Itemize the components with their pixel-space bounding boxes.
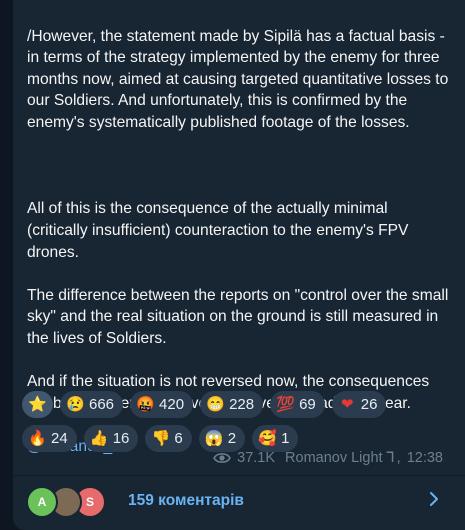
reaction-count: 666 [89,396,115,413]
thumbs-down-icon: 👎 [151,430,171,447]
commenter-avatars: A S [26,486,111,518]
reactions-bar: ⭐ 😢 666 🤬 420 😁 228 💯 69 ❤ 26 🔥 24 👍 16 … [22,391,452,459]
reaction-count: 69 [299,396,316,413]
comments-link[interactable]: 159 коментарів [128,492,244,510]
comments-footer[interactable]: A S 159 коментарів [13,476,465,526]
message-meta: 37.1K Romanov Light ⅂, 12:38 [213,450,443,466]
reaction-crying-button[interactable]: 😢 666 [60,391,124,418]
message-paragraph: All of this is the consequence of the ac… [27,200,409,261]
reactions-row: 🔥 24 👍 16 👎 6 😱 2 🥰 1 [22,425,452,452]
author-signature: Romanov Light ⅂ [285,450,395,466]
chevron-right-icon [430,492,438,506]
grinning-face-icon: 😁 [206,396,225,413]
crying-face-icon: 😢 [66,396,85,413]
reaction-thumbs-up-button[interactable]: 👍 16 [83,425,139,452]
reaction-heart-button[interactable]: ❤ 26 [331,391,387,418]
reaction-count: 24 [51,430,68,447]
message-paragraph: /However, the statement made by Sipilä h… [27,27,449,131]
heart-icon: ❤ [340,396,354,413]
reaction-fire-button[interactable]: 🔥 24 [22,425,77,452]
reaction-count: 16 [112,430,130,447]
fire-icon: 🔥 [28,430,47,447]
reaction-count: 6 [174,430,183,447]
reaction-count: 26 [360,396,378,413]
reaction-scream-button[interactable]: 😱 2 [198,425,246,452]
reaction-thumbs-down-button[interactable]: 👎 6 [145,425,192,452]
reaction-count: 1 [281,430,290,447]
reaction-count: 228 [229,396,255,413]
hundred-points-icon: 💯 [276,396,295,413]
message-time: 12:38 [406,450,443,466]
reaction-star-button[interactable]: ⭐ [22,391,53,418]
star-icon: ⭐ [28,396,47,413]
scream-face-icon: 😱 [204,430,224,447]
reactions-row: ⭐ 😢 666 🤬 420 😁 228 💯 69 ❤ 26 [22,391,452,418]
hearts-face-icon: 🥰 [258,430,277,447]
reaction-count: 2 [227,430,237,447]
reaction-angry-button[interactable]: 🤬 420 [130,391,194,418]
avatar: A [26,486,58,518]
angry-face-icon: 🤬 [136,396,155,413]
eye-icon [213,453,232,463]
reaction-grin-button[interactable]: 😁 228 [200,391,264,418]
message-paragraph: The difference between the reports on "c… [27,286,449,347]
reaction-hearts-face-button[interactable]: 🥰 1 [252,425,299,452]
thumbs-up-icon: 👍 [89,430,109,447]
view-count: 37.1K [237,450,276,466]
reaction-count: 420 [159,396,185,413]
reaction-hundred-button[interactable]: 💯 69 [270,391,325,418]
